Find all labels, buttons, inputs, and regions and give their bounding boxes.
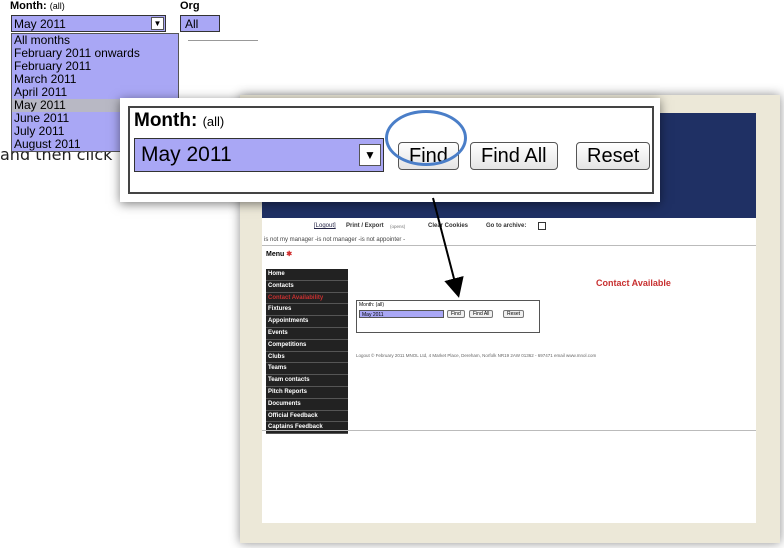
month-select[interactable]: May 2011 ▼ (11, 15, 166, 32)
menu-item[interactable]: Home (266, 269, 348, 281)
breadcrumb: is not my manager -is not manager -is no… (264, 237, 406, 243)
menu-item[interactable]: Contacts (266, 281, 348, 293)
side-menu: Home Contacts Contact Availability Fixtu… (266, 269, 348, 435)
menu-item[interactable]: Team contacts (266, 375, 348, 387)
menu-item[interactable]: Appointments (266, 316, 348, 328)
mini-reset-button[interactable]: Reset (503, 310, 525, 318)
menu-item[interactable]: Competitions (266, 340, 348, 352)
menu-item-active[interactable]: Contact Availability (266, 293, 348, 305)
find-highlight-circle (385, 110, 467, 166)
chevron-down-icon[interactable]: ▼ (359, 144, 381, 166)
mini-month-label: Month: (all) (359, 302, 385, 308)
go-to-archive-label: Go to archive: (486, 223, 527, 229)
print-export-note: (opens) (390, 224, 406, 229)
menu-item[interactable]: Captains Feedback (266, 422, 348, 435)
menu-item[interactable]: Official Feedback (266, 411, 348, 423)
org-label: Org (180, 0, 200, 12)
reset-button[interactable]: Reset (576, 142, 651, 170)
month-label: Month: (all) (10, 0, 65, 12)
menu-item[interactable]: Teams (266, 363, 348, 376)
zoom-month-select[interactable]: May 2011 ▼ (134, 138, 384, 172)
contact-heading: Contact Available (596, 278, 671, 288)
divider (188, 40, 258, 41)
mini-find-all-button[interactable]: Find All (469, 310, 494, 318)
zoom-month-label: Month: (all) (134, 110, 225, 131)
print-export-link[interactable]: Print / Export (346, 223, 384, 229)
menu-item[interactable]: Pitch Reports (266, 387, 348, 399)
menu-title: Menu ✱ (266, 251, 293, 258)
archive-checkbox[interactable] (538, 222, 546, 230)
logout-link[interactable]: [Logout] (314, 223, 336, 229)
page-footer: Logout © February 2011 MNOL Ltd, 4 Marke… (356, 353, 597, 358)
mini-filter-form: Month: (all) May 2011 Find Find All Rese… (356, 300, 540, 333)
menu-item[interactable]: Documents (266, 399, 348, 411)
org-select[interactable]: All (180, 15, 220, 32)
menu-item[interactable]: Clubs (266, 352, 348, 364)
pin-icon: ✱ (286, 251, 293, 258)
clear-cookies-link[interactable]: Clear Cookies (428, 223, 468, 229)
page-toolbar: [Logout] Print / Export (opens) Clear Co… (262, 221, 756, 233)
divider (262, 245, 756, 246)
mini-month-select[interactable]: May 2011 (359, 310, 444, 318)
menu-item[interactable]: Fixtures (266, 304, 348, 317)
chevron-down-icon[interactable]: ▼ (151, 17, 164, 30)
mini-find-button[interactable]: Find (447, 310, 465, 318)
find-all-button[interactable]: Find All (470, 142, 558, 170)
divider (262, 430, 756, 431)
menu-item[interactable]: Events (266, 328, 348, 340)
